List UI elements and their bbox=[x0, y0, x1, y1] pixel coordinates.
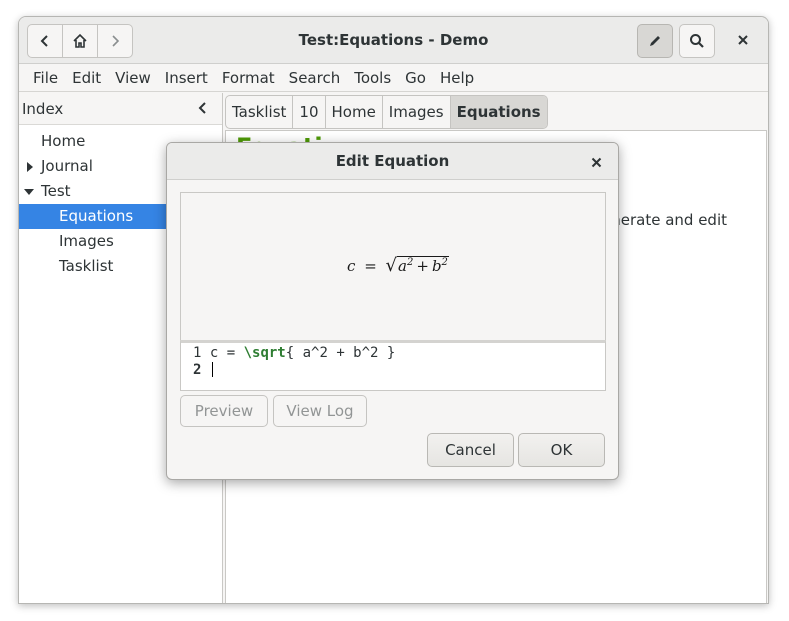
tree-item-label: Tasklist bbox=[59, 257, 114, 275]
menu-help[interactable]: Help bbox=[433, 69, 481, 87]
line-number: 1 bbox=[193, 345, 202, 361]
menu-file[interactable]: File bbox=[26, 69, 65, 87]
math-equals: = bbox=[364, 257, 377, 275]
menu-edit[interactable]: Edit bbox=[65, 69, 108, 87]
chevron-left-icon bbox=[198, 102, 206, 114]
path-item-10[interactable]: 10 bbox=[293, 96, 326, 128]
edit-equation-dialog: Edit Equation c = √a2 + b2 1 c = \sqrt{ a^… bbox=[166, 142, 619, 480]
sqrt-symbol: √ bbox=[385, 255, 398, 276]
equation-preview: c = √a2 + b2 bbox=[180, 192, 606, 340]
window-close-button[interactable] bbox=[726, 24, 760, 56]
code-line: 2 bbox=[193, 362, 213, 379]
tree-item-label: Images bbox=[59, 232, 114, 250]
expander-collapsed-icon[interactable] bbox=[26, 162, 34, 172]
preview-button[interactable]: Preview bbox=[180, 395, 268, 427]
tree-item-label: Journal bbox=[41, 157, 93, 175]
math-lhs: c bbox=[347, 257, 356, 275]
search-button[interactable] bbox=[679, 24, 715, 58]
text-cursor bbox=[211, 362, 213, 377]
tree-item-label: Test bbox=[41, 182, 71, 200]
path-item-home[interactable]: Home bbox=[326, 96, 383, 128]
menu-bar: File Edit View Insert Format Search Tool… bbox=[19, 64, 768, 92]
close-icon bbox=[591, 157, 602, 168]
code-line: 1 c = \sqrt{ a^2 + b^2 } bbox=[193, 345, 395, 362]
menu-view[interactable]: View bbox=[108, 69, 158, 87]
math-plus: + bbox=[416, 257, 429, 275]
menu-go[interactable]: Go bbox=[398, 69, 433, 87]
sidebar-title: Index bbox=[22, 100, 64, 118]
sidebar-header: Index bbox=[19, 93, 222, 125]
math-exp-b: 2 bbox=[441, 257, 448, 268]
code-command: \sqrt bbox=[243, 345, 286, 361]
dialog-title: Edit Equation bbox=[335, 152, 450, 170]
menu-format[interactable]: Format bbox=[215, 69, 282, 87]
menu-insert[interactable]: Insert bbox=[158, 69, 215, 87]
math-var-b: b bbox=[431, 257, 442, 275]
close-icon bbox=[738, 35, 748, 45]
path-item-equations[interactable]: Equations bbox=[450, 96, 547, 128]
code-text: c = bbox=[209, 345, 244, 361]
tree-item-label: Equations bbox=[59, 207, 134, 225]
view-log-button[interactable]: View Log bbox=[273, 395, 367, 427]
math-var-a: a bbox=[398, 257, 407, 275]
math-radicand: a2 + b2 bbox=[397, 256, 449, 275]
edit-mode-button[interactable] bbox=[637, 24, 673, 58]
rendered-equation: c = √a2 + b2 bbox=[347, 255, 449, 276]
path-item-images[interactable]: Images bbox=[383, 96, 451, 128]
search-icon bbox=[690, 34, 704, 48]
line-number: 2 bbox=[193, 362, 202, 378]
tree-item-label: Home bbox=[41, 132, 86, 150]
page-text: enerate and edit bbox=[602, 211, 727, 229]
expander-expanded-icon[interactable] bbox=[24, 188, 34, 196]
ok-button[interactable]: OK bbox=[518, 433, 605, 467]
sidebar-collapse-button[interactable] bbox=[197, 101, 209, 119]
menu-search[interactable]: Search bbox=[282, 69, 348, 87]
code-text: { a^2 + b^2 } bbox=[285, 345, 396, 361]
equation-source-editor[interactable]: 1 c = \sqrt{ a^2 + b^2 } 2 bbox=[180, 340, 606, 391]
cancel-button[interactable]: Cancel bbox=[427, 433, 514, 467]
path-bar: Tasklist 10 Home Images Equations bbox=[225, 95, 548, 129]
path-item-tasklist[interactable]: Tasklist bbox=[226, 96, 294, 128]
header-bar: Test:Equations - Demo bbox=[19, 17, 768, 64]
pencil-icon bbox=[650, 36, 660, 46]
menu-tools[interactable]: Tools bbox=[347, 69, 398, 87]
dialog-header: Edit Equation bbox=[167, 143, 618, 180]
dialog-close-button[interactable] bbox=[591, 154, 602, 172]
